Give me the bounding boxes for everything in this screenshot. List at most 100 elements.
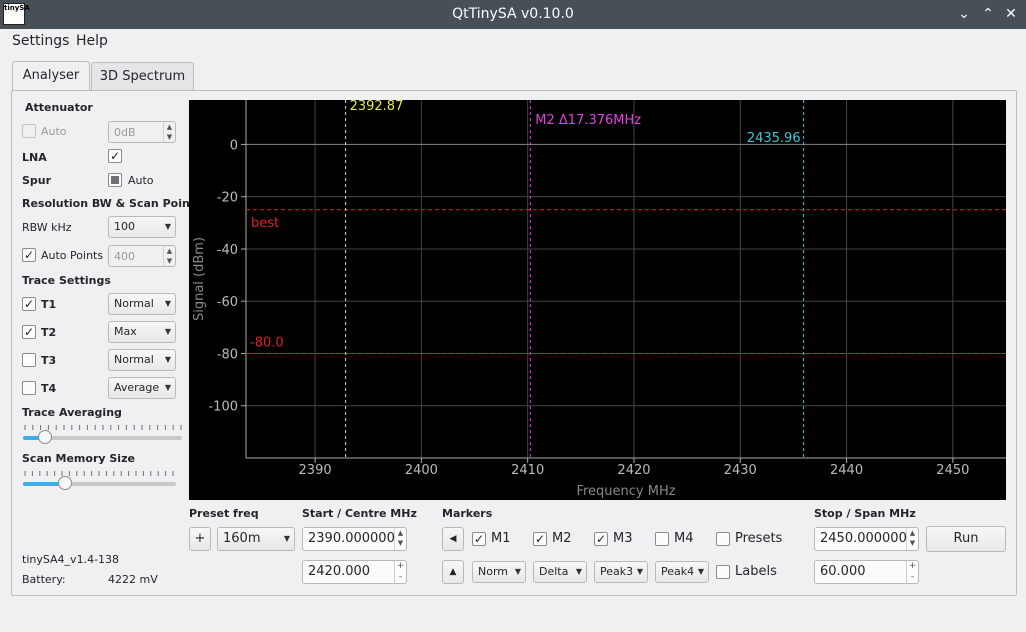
trace-t1-label: T1	[41, 298, 57, 311]
centre-freq-spinbox[interactable]: 2420.000 + -	[302, 560, 407, 584]
marker-m2-checkbox[interactable]: ✓	[533, 532, 547, 546]
trace-t3-mode-select[interactable]: Normal ▼	[108, 349, 176, 371]
marker-m1-mode-select[interactable]: Norm ▼	[472, 561, 526, 583]
spectrum-plot-svg: 2390 2400 2410 2420 2430 2440 2450 0 -20 -40 -60 -8…	[192, 99, 1006, 499]
marker-m3-checkbox[interactable]: ✓	[594, 532, 608, 546]
spur-auto-label: Auto	[128, 174, 154, 187]
best-label: best	[251, 216, 279, 231]
y-tick-label: 0	[230, 138, 238, 153]
trace-t1-checkbox[interactable]: ✓	[22, 297, 36, 311]
marker-m4-checkbox[interactable]	[655, 532, 669, 546]
spur-auto-checkbox[interactable]	[108, 173, 122, 187]
rbw-select[interactable]: 100 ▼	[108, 216, 176, 238]
x-tick-label: 2400	[405, 463, 438, 478]
trace-t4-label: T4	[41, 382, 57, 395]
start-centre-heading: Start / Centre MHz	[302, 507, 417, 520]
stop-freq-spinbox[interactable]: 2450.000000 ▲ ▼	[814, 527, 919, 551]
scan-points-spinbox: 400 ▲ ▼	[108, 245, 176, 267]
marker-m4-label: M4	[674, 531, 694, 546]
marker-m3-mode-select[interactable]: Peak3 ▼	[594, 561, 648, 583]
trace-averaging-ticks	[24, 425, 182, 430]
marker-left-button[interactable]: ◀	[442, 527, 464, 551]
y-tick-label: -80	[217, 347, 238, 362]
preset-freq-select[interactable]: 160m ▼	[217, 527, 295, 551]
title-bar: tinySA QtTinySA v0.10.0 ⌄ ⌃ ✕	[0, 0, 1026, 29]
auto-points-label: Auto Points	[41, 249, 104, 262]
stop-span-heading: Stop / Span MHz	[814, 507, 916, 520]
presets-label: Presets	[735, 531, 783, 546]
marker-m1-label: M1	[491, 531, 511, 546]
trace-t3-label: T3	[41, 354, 57, 367]
lna-label: LNA	[22, 151, 47, 164]
trace-t2-mode-select[interactable]: Max ▼	[108, 321, 176, 343]
labels-label: Labels	[735, 564, 777, 579]
y-axis-label: Signal (dBm)	[192, 237, 207, 321]
y-tick-label: -40	[217, 243, 238, 258]
preset-add-button[interactable]: +	[189, 527, 211, 551]
scan-memory-heading: Scan Memory Size	[22, 452, 135, 465]
scan-memory-ticks	[24, 471, 174, 476]
menu-help[interactable]: Help	[76, 33, 108, 49]
scan-memory-handle[interactable]	[58, 476, 72, 490]
marker-m2-label: M2 Δ17.376MHz	[535, 113, 641, 128]
trace-settings-heading: Trace Settings	[22, 274, 111, 287]
attenuator-heading: Attenuator	[25, 101, 93, 114]
x-tick-label: 2420	[617, 463, 650, 478]
markers-heading: Markers	[442, 507, 493, 520]
attenuator-auto-checkbox	[22, 124, 36, 138]
start-freq-spinbox[interactable]: 2390.000000 ▲ ▼	[302, 527, 407, 551]
x-tick-label: 2390	[299, 463, 332, 478]
attenuator-auto-label: Auto	[41, 125, 67, 138]
menu-settings[interactable]: Settings	[12, 33, 69, 49]
spur-label: Spur	[22, 174, 52, 187]
x-tick-label: 2430	[724, 463, 757, 478]
trace-t1-mode-select[interactable]: Normal ▼	[108, 293, 176, 315]
presets-checkbox[interactable]	[716, 532, 730, 546]
y-tick-label: -60	[217, 295, 238, 310]
tab-analyser[interactable]: Analyser	[12, 61, 90, 91]
spectrum-plot[interactable]: 2390 2400 2410 2420 2430 2440 2450 0 -20 -40 -60 -8…	[189, 99, 1006, 500]
battery-label: Battery:	[22, 573, 66, 586]
lna-checkbox[interactable]: ✓	[108, 149, 122, 163]
y-tick-label: -100	[208, 400, 238, 415]
trace-t4-checkbox[interactable]	[22, 381, 36, 395]
marker-m2-label: M2	[552, 531, 572, 546]
span-freq-spinbox[interactable]: 60.000 + -	[814, 560, 919, 584]
marker-m3-label: 2435.96	[747, 131, 801, 146]
minimize-icon[interactable]: ⌄	[955, 5, 973, 23]
marker-up-button[interactable]: ▲	[442, 560, 464, 584]
labels-checkbox[interactable]	[716, 565, 730, 579]
auto-points-checkbox[interactable]: ✓	[22, 248, 36, 262]
scan-memory-slider[interactable]	[23, 476, 176, 490]
x-tick-label: 2410	[511, 463, 544, 478]
battery-value: 4222 mV	[108, 573, 158, 586]
attenuator-spinbox: 0dB ▲ ▼	[108, 121, 176, 143]
menu-bar: Settings Help	[0, 29, 1026, 53]
marker-m3-label: M3	[613, 531, 633, 546]
maximize-icon[interactable]: ⌃	[979, 5, 997, 23]
x-axis-label: Frequency MHz	[576, 484, 675, 499]
trace-averaging-heading: Trace Averaging	[22, 406, 122, 419]
marker-m1-label: 2392.87	[350, 100, 404, 114]
rbw-label: RBW kHz	[22, 221, 72, 234]
trace-averaging-slider[interactable]	[23, 430, 182, 444]
marker-m2-mode-select[interactable]: Delta ▼	[533, 561, 587, 583]
rbw-heading: Resolution BW & Scan Points	[22, 197, 202, 210]
preset-freq-heading: Preset freq	[189, 507, 259, 520]
y-tick-label: -20	[217, 191, 238, 206]
tab-3d-spectrum[interactable]: 3D Spectrum	[91, 62, 194, 90]
run-button[interactable]: Run	[926, 526, 1006, 552]
marker-m4-mode-select[interactable]: Peak4 ▼	[655, 561, 709, 583]
trace-t3-checkbox[interactable]	[22, 353, 36, 367]
x-tick-label: 2440	[830, 463, 863, 478]
trace-averaging-handle[interactable]	[38, 430, 52, 444]
threshold-label: -80.0	[250, 335, 284, 350]
marker-m1-checkbox[interactable]: ✓	[472, 532, 486, 546]
close-icon[interactable]: ✕	[1002, 5, 1020, 23]
trace-t4-mode-select[interactable]: Average ▼	[108, 377, 176, 399]
x-tick-label: 2450	[936, 463, 969, 478]
trace-t2-checkbox[interactable]: ✓	[22, 325, 36, 339]
trace-t2-label: T2	[41, 326, 57, 339]
window-title: QtTinySA v0.10.0	[452, 6, 574, 22]
device-version: tinySA4_v1.4-138	[22, 553, 120, 566]
